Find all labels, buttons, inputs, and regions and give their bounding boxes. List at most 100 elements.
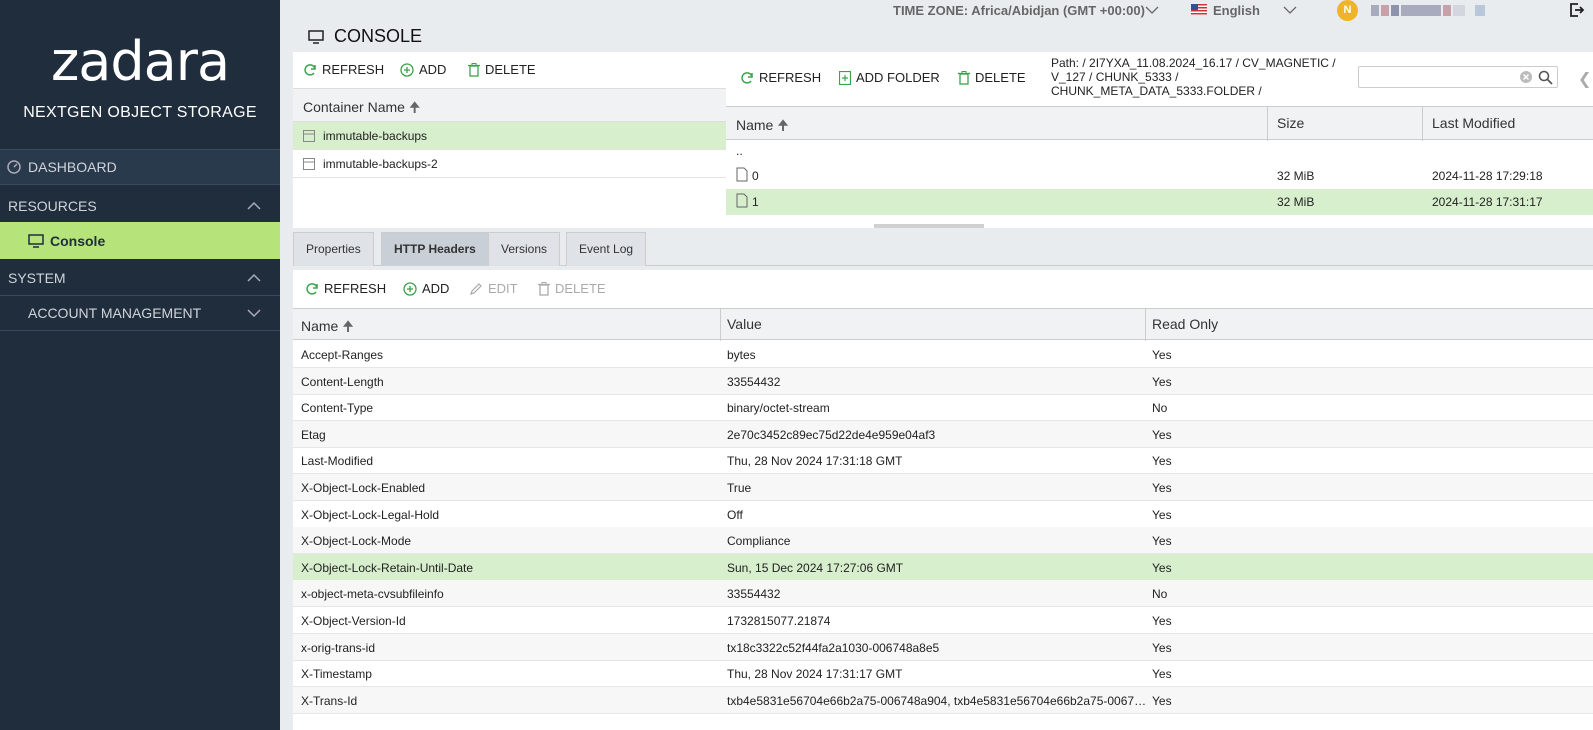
header-name: x-orig-trans-id — [301, 640, 376, 655]
header-row[interactable]: X-Object-Lock-Retain-Until-Date Sun, 15 D… — [293, 553, 1593, 581]
parent-folder-label: .. — [736, 144, 743, 158]
chevron-down-icon[interactable] — [1283, 4, 1297, 16]
edit-header-button[interactable]: EDIT — [469, 281, 518, 296]
nav-resources-label: RESOURCES — [8, 197, 97, 214]
header-row[interactable]: X-Object-Lock-Enabled True Yes — [293, 474, 1593, 501]
header-row[interactable]: Content-Length 33554432 Yes — [293, 367, 1593, 395]
header-value: binary/octet-stream — [727, 401, 830, 416]
user-avatar[interactable]: N — [1337, 0, 1358, 21]
header-value: Off — [727, 507, 743, 522]
header-value: txb4e5831e56704e66b2a75-006748a904, txb4… — [727, 693, 1147, 708]
search-input[interactable] — [1358, 66, 1558, 88]
sort-asc-icon: 🠉 — [777, 117, 789, 133]
refresh-icon — [741, 71, 753, 84]
nav-resources[interactable]: RESOURCES — [0, 188, 280, 224]
delete-file-button[interactable]: DELETE — [958, 70, 1026, 85]
name-column-header[interactable]: Name 🠉 — [301, 316, 354, 340]
delete-container-button[interactable]: DELETE — [468, 62, 536, 77]
header-name: Accept-Ranges — [301, 348, 384, 362]
refresh-headers-button[interactable]: REFRESH — [305, 281, 386, 296]
header-row[interactable]: x-orig-trans-id tx18c3322c52f44fa2a1030-0… — [293, 633, 1593, 661]
container-name: immutable-backups — [323, 128, 428, 143]
header-row[interactable]: Etag 2e70c3452c89ec75d22de4e959e04af3 Yes — [293, 420, 1593, 448]
bucket-icon — [303, 129, 315, 142]
bucket-icon — [303, 157, 315, 170]
header-read-only: Yes — [1152, 454, 1172, 469]
file-name: 0 — [752, 169, 759, 183]
page-title-text: CONSOLE — [334, 26, 423, 46]
files-table-header: Name 🠉 Size Last Modified — [726, 106, 1593, 141]
nav-console[interactable]: Console — [0, 222, 280, 259]
delete-label: DELETE — [485, 62, 536, 77]
container-name-column-header[interactable]: Container Name 🠉 — [293, 88, 726, 122]
delete-label: DELETE — [975, 70, 1026, 85]
refresh-icon — [306, 282, 318, 295]
header-value: Sun, 15 Dec 2024 17:27:06 GMT — [727, 560, 904, 575]
tab-versions[interactable]: Versions — [488, 232, 561, 266]
last-modified-column-header[interactable]: Last Modified — [1432, 115, 1515, 131]
tab-properties[interactable]: Properties — [293, 232, 374, 266]
read-only-column-header[interactable]: Read Only — [1152, 316, 1218, 332]
header-read-only: No — [1152, 401, 1168, 416]
file-size: 32 MiB — [1277, 195, 1315, 209]
logout-icon[interactable] — [1569, 2, 1585, 18]
header-row[interactable]: X-Object-Version-Id 1732815077.21874 Yes — [293, 607, 1593, 634]
language-selector[interactable]: English — [1213, 3, 1260, 18]
header-name: X-Object-Lock-Enabled — [301, 481, 426, 495]
add-folder-icon — [839, 70, 851, 85]
monitor-icon — [308, 29, 324, 44]
clear-icon[interactable] — [1519, 70, 1533, 84]
path-breadcrumb[interactable]: Path: / 2I7YXA_11.08.2024_16.17 / CV_MAG… — [1051, 56, 1351, 98]
header-value: True — [727, 481, 752, 495]
header-row[interactable]: X-Timestamp Thu, 28 Nov 2024 17:31:17 GMT… — [293, 660, 1593, 688]
add-folder-label: ADD FOLDER — [856, 70, 940, 85]
header-value: Thu, 28 Nov 2024 17:31:17 GMT — [727, 667, 903, 682]
containers-panel: REFRESH ADD DELETE Container Name 🠉 immu… — [293, 52, 726, 228]
add-folder-button[interactable]: ADD FOLDER — [839, 70, 940, 85]
name-column-header[interactable]: Name 🠉 — [736, 115, 789, 139]
header-row[interactable]: Accept-Ranges bytes Yes — [293, 341, 1593, 368]
header-row[interactable]: X-Trans-Id txb4e5831e56704e66b2a75-006748… — [293, 686, 1593, 714]
tab-http-headers[interactable]: HTTP Headers — [381, 232, 489, 266]
dashboard-icon — [7, 160, 21, 174]
header-value: bytes — [727, 348, 756, 362]
header-read-only: Yes — [1152, 507, 1172, 522]
chevron-down-icon[interactable] — [1145, 4, 1159, 16]
file-row[interactable]: 1 32 MiB 2024-11-28 17:31:17 — [726, 189, 1593, 215]
user-name-redacted[interactable] — [1371, 5, 1485, 16]
header-read-only: Yes — [1152, 427, 1172, 442]
header-read-only: Yes — [1152, 348, 1172, 362]
delete-header-button[interactable]: DELETE — [538, 281, 606, 296]
http-headers-panel: REFRESH ADD EDIT DELETE Name 🠉 Value Rea… — [293, 270, 1593, 730]
refresh-containers-button[interactable]: REFRESH — [303, 62, 384, 77]
header-name: X-Trans-Id — [301, 693, 358, 708]
add-container-button[interactable]: ADD — [400, 62, 446, 77]
timezone-selector[interactable]: TIME ZONE: Africa/Abidjan (GMT +00:00) — [893, 3, 1145, 18]
refresh-files-button[interactable]: REFRESH — [740, 70, 821, 85]
chevron-down-icon — [247, 309, 261, 318]
collapse-panel-icon[interactable]: ❮ — [1578, 69, 1591, 89]
container-row[interactable]: immutable-backups — [293, 122, 726, 150]
tab-event-log[interactable]: Event Log — [566, 232, 647, 266]
search-icon[interactable] — [1538, 70, 1553, 85]
file-icon — [736, 193, 748, 211]
detail-tabs: Properties HTTP Headers Versions Event L… — [293, 232, 1593, 266]
header-name: Etag — [301, 427, 326, 442]
container-row[interactable]: immutable-backups-2 — [293, 150, 726, 178]
refresh-label: REFRESH — [759, 70, 822, 85]
header-row[interactable]: Content-Type binary/octet-stream No — [293, 394, 1593, 422]
parent-folder-row[interactable]: .. — [726, 142, 1593, 162]
panel-splitter[interactable] — [874, 224, 984, 228]
header-row[interactable]: x-object-meta-cvsubfileinfo 33554432 No — [293, 580, 1593, 608]
nav-dashboard[interactable]: DASHBOARD — [0, 149, 280, 185]
header-row[interactable]: X-Object-Lock-Legal-Hold Off Yes — [293, 501, 1593, 528]
header-row[interactable]: Last-Modified Thu, 28 Nov 2024 17:31:18 G… — [293, 447, 1593, 475]
header-row[interactable]: X-Object-Lock-Mode Compliance Yes — [293, 527, 1593, 555]
size-column-header[interactable]: Size — [1277, 115, 1304, 131]
add-header-button[interactable]: ADD — [403, 281, 449, 296]
header-read-only: Yes — [1152, 614, 1172, 628]
value-column-header[interactable]: Value — [727, 316, 762, 332]
nav-system[interactable]: SYSTEM — [0, 260, 280, 296]
nav-account-management[interactable]: ACCOUNT MANAGEMENT — [0, 295, 280, 331]
file-row[interactable]: 0 32 MiB 2024-11-28 17:29:18 — [726, 163, 1593, 189]
